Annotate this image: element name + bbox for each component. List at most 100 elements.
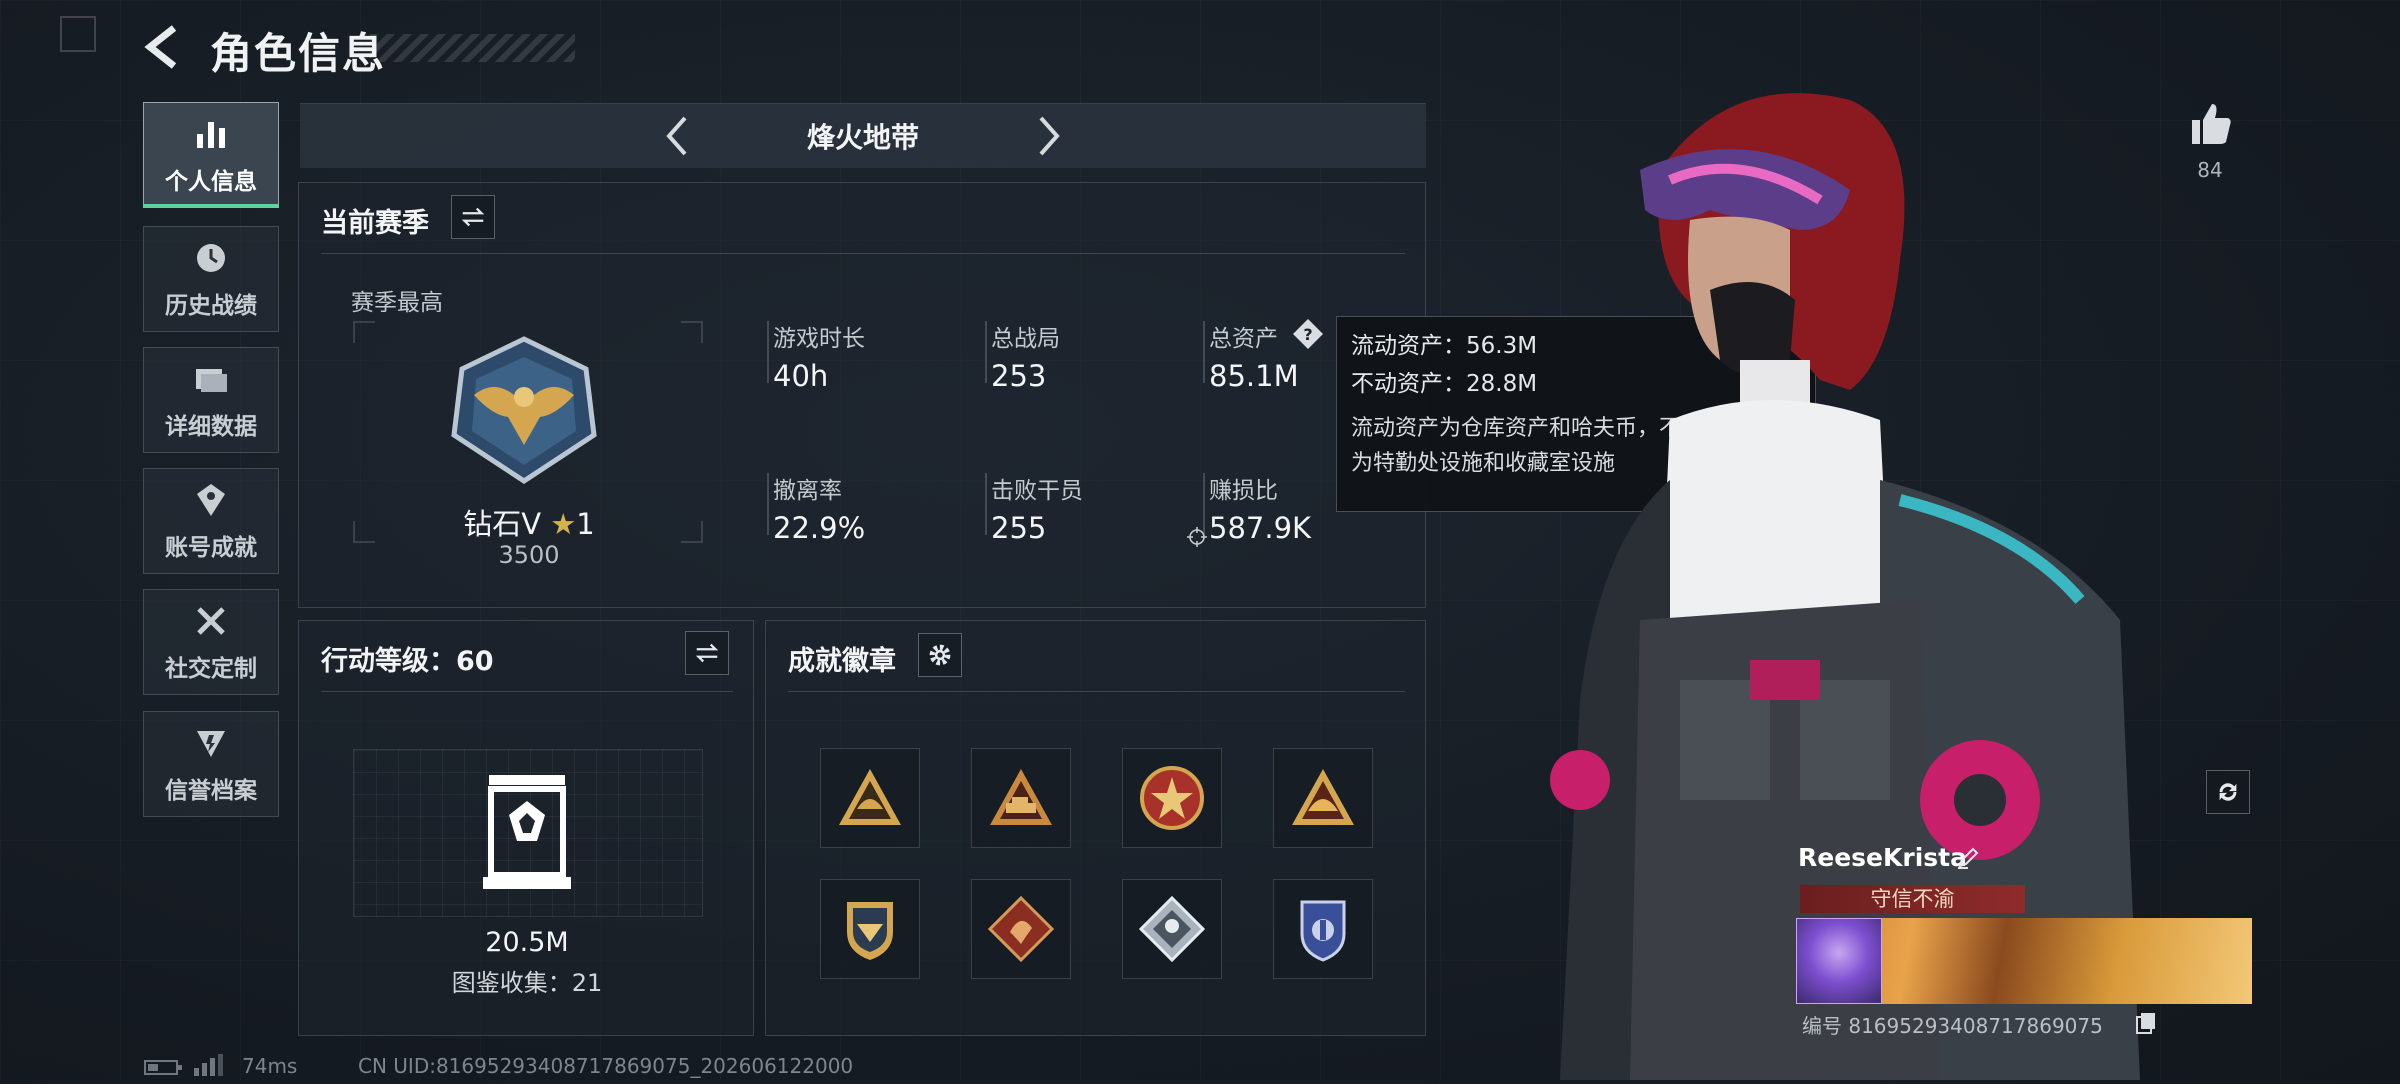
season-best-label: 赛季最高: [351, 290, 443, 316]
stat-ratio-label: 赚损比: [1209, 478, 1278, 504]
stat-kills-label: 击败干员: [991, 478, 1083, 504]
blue-shield-badge-icon: [1300, 900, 1346, 962]
triangle-tank-badge-icon: [990, 769, 1052, 825]
stat-assets-label: 总资产: [1209, 326, 1278, 352]
level-divider: [321, 691, 733, 692]
dragon-diamond-badge-icon: [987, 895, 1055, 963]
swap-icon: [695, 643, 719, 663]
collection-case-icon: [479, 771, 575, 891]
sidebar-item-label: 账号成就: [165, 535, 257, 561]
stat-extract-value: 22.9%: [773, 511, 866, 545]
stat-ratio-value: 587.9K: [1209, 511, 1312, 545]
mode-title: 烽火地带: [806, 121, 919, 154]
pencil-icon: [1958, 847, 1979, 869]
season-title: 当前赛季: [321, 208, 429, 239]
stat-tick: [767, 321, 769, 383]
season-divider: [321, 253, 1405, 254]
sidebar-item-history[interactable]: 历史战绩: [143, 226, 279, 332]
badges-settings-button[interactable]: [918, 633, 962, 677]
title-stripe-decoration: [370, 34, 575, 62]
badges-title: 成就徽章: [788, 646, 896, 677]
badge-item[interactable]: [820, 879, 920, 979]
like-button[interactable]: [2186, 98, 2236, 148]
silver-diamond-badge-icon: [1138, 895, 1206, 963]
sidebar-item-label: 历史战绩: [165, 293, 257, 319]
stat-playtime-value: 40h: [773, 359, 829, 393]
copy-id-button[interactable]: [2136, 1012, 2156, 1034]
help-icon: ?: [1293, 319, 1323, 349]
rank-score: 3500: [498, 541, 560, 569]
stat-assets-value: 85.1M: [1209, 359, 1299, 393]
sidebar-item-social[interactable]: 社交定制: [143, 589, 279, 695]
rank-name: 钻石V: [463, 507, 542, 541]
sidebar-item-profile[interactable]: 个人信息: [143, 102, 279, 208]
gear-icon: [929, 644, 951, 666]
player-id: 编号 8169529340871786907​5: [1802, 1014, 2103, 1038]
page-title: 角色信息: [210, 29, 387, 78]
sidebar-item-reputation[interactable]: 信誉档案: [143, 711, 279, 817]
honor-title: 守信不渝: [1800, 885, 2025, 913]
rank-stars: 1: [576, 507, 595, 541]
rank-line: 钻石V ★1: [399, 501, 659, 543]
sidebar-item-label: 信誉档案: [165, 778, 257, 804]
shield-bolt-icon: [197, 731, 225, 757]
ping-text: 74ms: [242, 1054, 298, 1078]
like-count: 84: [2197, 158, 2223, 182]
stat-matches-label: 总战局: [991, 326, 1060, 352]
clock-icon: [197, 244, 225, 272]
next-mode-button[interactable]: [1023, 112, 1071, 160]
rotate-view-button[interactable]: [2206, 770, 2250, 814]
thumbs-up-icon: [2192, 104, 2231, 144]
bar-chart-icon: [197, 122, 225, 148]
stat-tick: [985, 473, 987, 535]
assets-help-button[interactable]: ?: [1291, 317, 1325, 351]
back-arrow-icon: [144, 25, 177, 69]
stat-tick: [985, 321, 987, 383]
swap-icon: [461, 207, 485, 227]
avatar[interactable]: [1796, 918, 1882, 1004]
stat-tick: [1203, 321, 1205, 383]
mode-selector: 烽火地带: [300, 103, 1426, 168]
triangle-hardhat-badge-icon: [1292, 769, 1354, 825]
wrench-icon: [197, 607, 225, 635]
badge-item[interactable]: [971, 879, 1071, 979]
triangle-helmet-badge-icon: [839, 769, 901, 825]
badge-item[interactable]: [1273, 879, 1373, 979]
sidebar-item-achievements[interactable]: 账号成就: [143, 468, 279, 574]
stat-tick: [1203, 473, 1205, 535]
sidebar-item-label: 详细数据: [165, 414, 257, 440]
collection-value: 20.5M: [485, 927, 569, 958]
back-button[interactable]: [140, 22, 190, 72]
battery-icon: [144, 1058, 184, 1076]
badge-item[interactable]: [971, 748, 1071, 848]
uid-text: CN UID:81695293408717869075_202606122000: [358, 1054, 854, 1078]
gold-shield-badge-icon: [847, 902, 893, 960]
level-switch-button[interactable]: [685, 631, 729, 675]
sidebar-item-label: 社交定制: [165, 656, 257, 682]
season-switch-button[interactable]: [451, 195, 495, 239]
level-panel: 行动等级：60 20.5M 图鉴收集：21: [298, 620, 754, 1036]
badge-item[interactable]: [820, 748, 920, 848]
folder-icon: [196, 369, 227, 392]
badge-item[interactable]: [1122, 879, 1222, 979]
round-star-badge-icon: [1140, 766, 1204, 830]
stat-extract-label: 撤离率: [773, 478, 842, 504]
level-title: 行动等级：60: [321, 646, 494, 677]
badge-item[interactable]: [1122, 748, 1222, 848]
stat-playtime-label: 游戏时长: [773, 326, 865, 352]
rank-emblem: [444, 335, 604, 485]
stat-kills-value: 255: [991, 511, 1047, 545]
badge-item[interactable]: [1273, 748, 1373, 848]
cursor-crosshair-icon: [1187, 527, 1207, 547]
sidebar-item-details[interactable]: 详细数据: [143, 347, 279, 453]
season-panel: 当前赛季 赛季最高 钻石V ★1 3500 游戏时长 40h 总战局 253 总…: [298, 182, 1426, 608]
copy-icon: [2136, 1013, 2155, 1034]
svg-text:?: ?: [1303, 325, 1312, 344]
badges-divider: [788, 691, 1405, 692]
edit-name-button[interactable]: [1956, 846, 1980, 870]
eagle-emblem-icon: [451, 336, 597, 484]
stat-tick: [767, 473, 769, 535]
corner-decoration: [60, 16, 96, 52]
sidebar-item-label: 个人信息: [165, 169, 257, 195]
collection-count: 图鉴收集：21: [451, 969, 603, 997]
